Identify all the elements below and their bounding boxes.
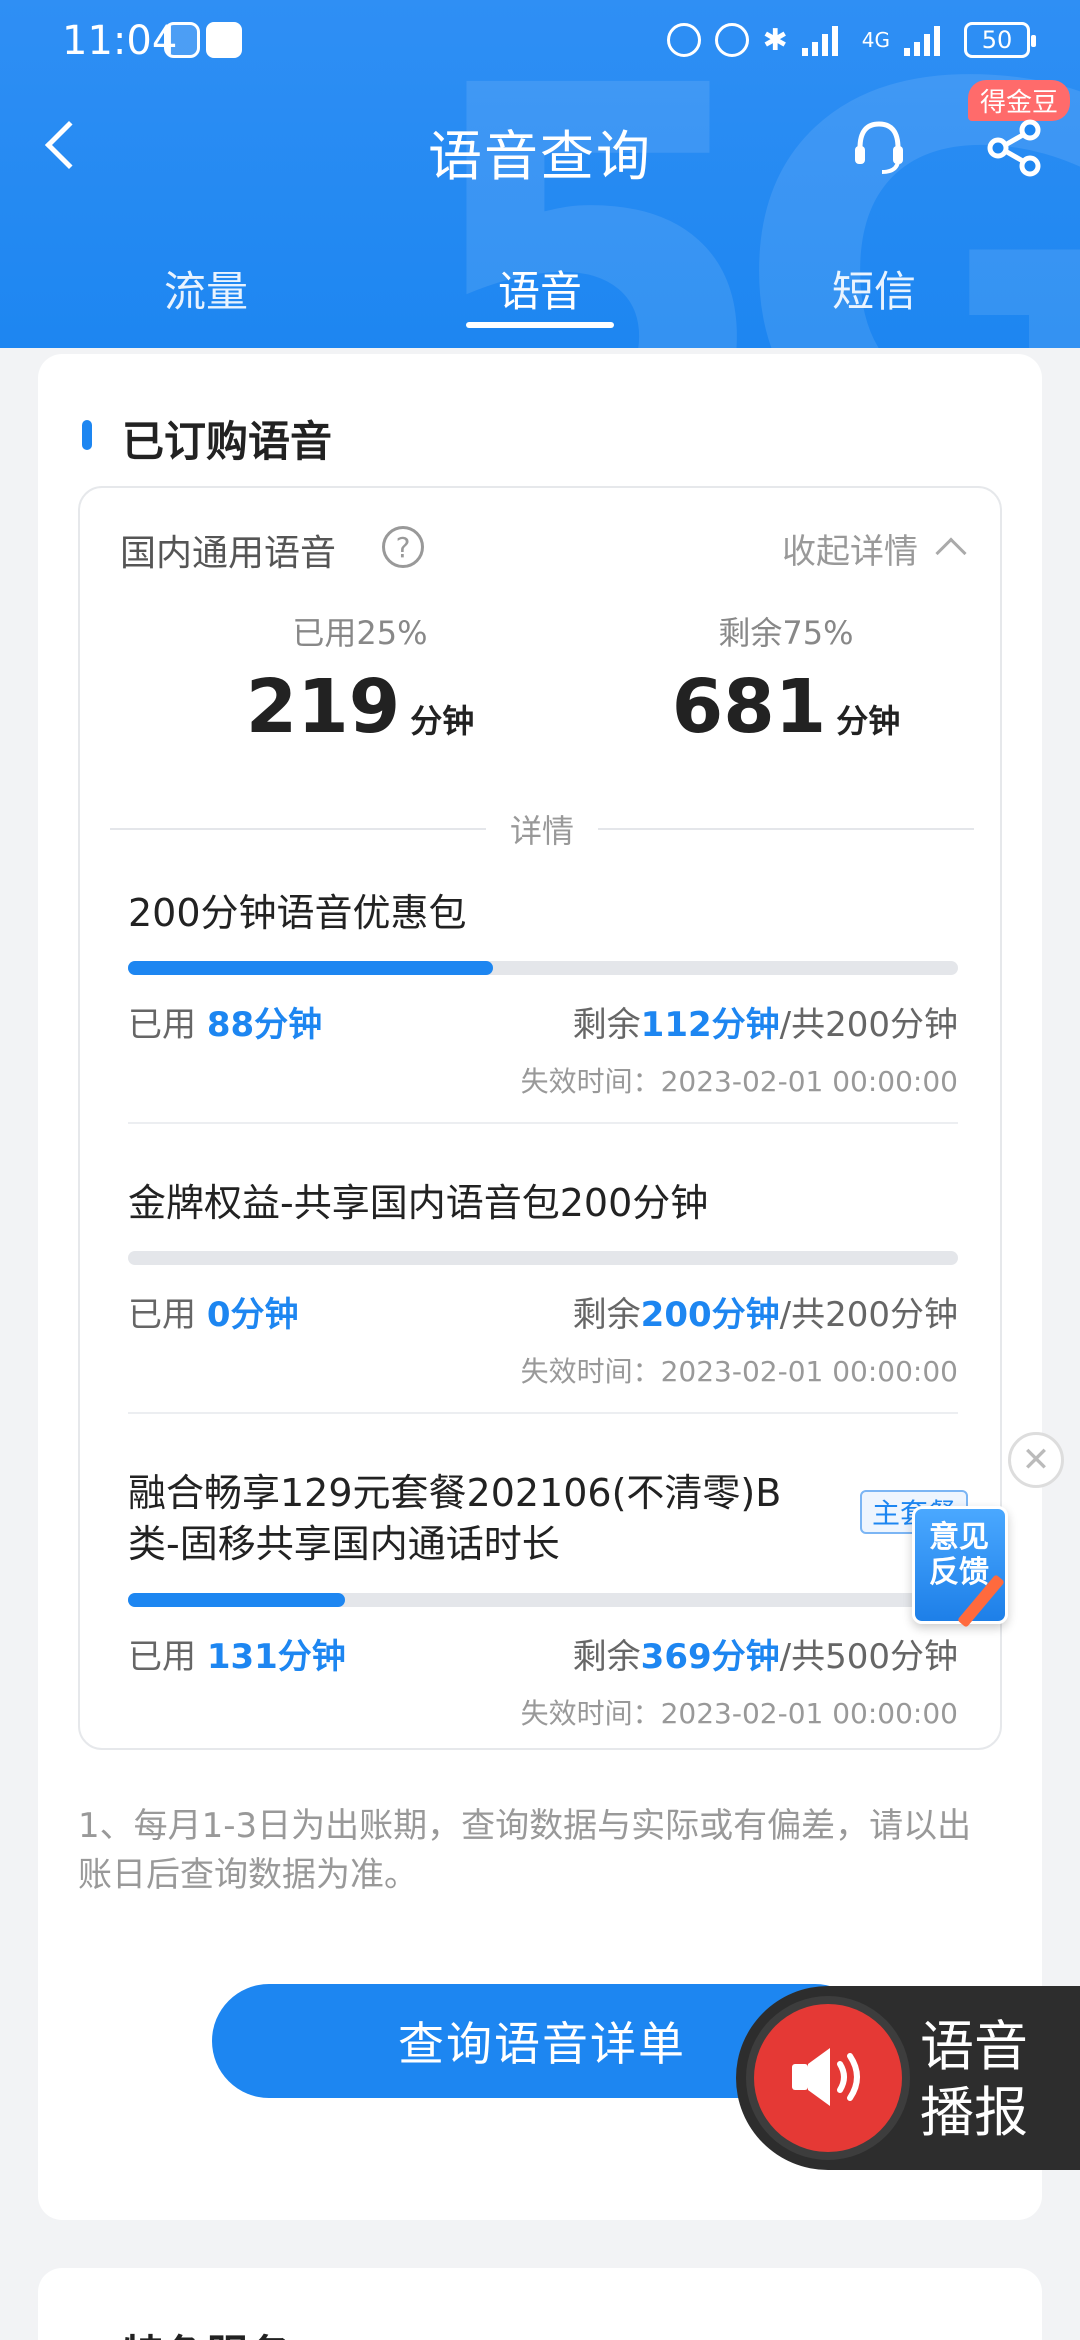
package-remain: 200分钟 [640,1295,780,1336]
remain-percent: 剩余75% [718,614,854,652]
nfc-icon [666,23,701,57]
remain-prefix: 剩余 [572,1005,641,1046]
remain-minutes: 681 [671,664,827,750]
status-time: 11:04 [62,18,178,64]
billing-note: 1、每月1-3日为出账期，查询数据与实际或有偏差，请以出账日后查询数据为准。 [78,1806,972,1896]
tab-underline [466,322,614,328]
package-total: /共200分钟 [779,1005,958,1046]
feedback-line1: 意见 [929,1520,989,1555]
signal-icon-2 [904,24,950,56]
category-label: 国内通用语音 [120,533,337,574]
remain-unit: 分钟 [836,702,901,740]
package-expire: 失效时间：2023-02-01 00:00:00 [520,1696,958,1730]
tab-voice[interactable]: 语音 [440,258,640,319]
used-prefix: 已用 [128,1636,207,1677]
package-used: 131分钟 [206,1636,346,1677]
package-progress [128,1592,958,1607]
special-services-card: 特色服务 [38,2268,1042,2340]
close-icon[interactable]: ✕ [1008,1432,1064,1488]
special-services-title: 特色服务 [122,2322,290,2340]
voice-card: 已订购语音 国内通用语音 ? 收起详情 已用25% 219 分钟 剩余75% 68… [38,354,1042,2220]
package-name: 融合畅享129元套餐202106(不清零)B类-固移共享国内通话时长 [128,1471,782,1567]
divider-right [598,828,974,830]
package-progress [128,961,958,976]
package-used: 0分钟 [206,1295,299,1336]
gold-bean-badge[interactable]: 得金豆 [968,80,1071,121]
header: 5G 11:04 ✱ 4G 50 语音查询 得金豆 流量 语音 短信 [0,0,1080,348]
voice-line2: 播报 [920,2080,1028,2144]
status-right: ✱ 4G 50 [666,20,1036,60]
bluetooth-icon: ✱ [762,22,788,58]
status-bar: 11:04 ✱ 4G 50 [0,0,1080,80]
speaker-icon [792,2048,860,2106]
used-unit: 分钟 [410,702,475,740]
used-percent: 已用25% [292,614,428,652]
progress-fill [128,961,494,976]
package-progress [128,1251,958,1266]
network-label: 4G [861,28,890,52]
remain-stat: 剩余75% 681 分钟 [636,608,936,750]
voice-summary-box: 国内通用语音 ? 收起详情 已用25% 219 分钟 剩余75% 681 分钟 详情… [78,486,1002,1750]
tab-data[interactable]: 流量 [106,258,306,319]
battery-icon: 50 [964,22,1036,58]
package-remain: 369分钟 [640,1636,780,1677]
used-minutes: 219 [245,664,401,750]
signal-icon [801,24,848,56]
tab-sms[interactable]: 短信 [774,258,974,319]
page-title: 语音查询 [428,125,652,188]
progress-fill [128,1592,346,1607]
chevron-up-icon[interactable] [935,537,967,569]
customer-service-icon[interactable] [852,118,906,176]
package-separator [128,1412,958,1415]
voice-broadcast-button[interactable]: 语音 播报 [736,1986,1080,2170]
package-remain: 112分钟 [640,1005,780,1046]
used-prefix: 已用 [128,1295,207,1336]
package-total: /共200分钟 [779,1295,958,1336]
package-name: 200分钟语音优惠包 [128,891,467,935]
feedback-line2: 反馈 [929,1554,989,1590]
package-used: 88分钟 [206,1005,323,1046]
used-prefix: 已用 [128,1005,207,1046]
package-name: 金牌权益-共享国内语音包200分钟 [128,1181,709,1225]
share-icon[interactable] [984,118,1044,178]
message-icon [206,22,242,58]
package-item: 金牌权益-共享国内语音包200分钟 已用 0分钟 剩余200分钟/共200分钟 … [128,1178,958,1415]
voice-line1: 语音 [920,2015,1028,2078]
used-stat: 已用25% 219 分钟 [210,608,510,750]
help-icon[interactable]: ? [382,526,424,568]
package-expire: 失效时间：2023-02-01 00:00:00 [520,1065,958,1099]
package-expire: 失效时间：2023-02-01 00:00:00 [520,1355,958,1389]
package-separator [128,1122,958,1125]
remain-prefix: 剩余 [572,1636,641,1677]
package-item: 融合畅享129元套餐202106(不清零)B类-固移共享国内通话时长 主套餐 已… [128,1468,968,1732]
feedback-button[interactable]: 意见 反馈 [912,1506,1008,1628]
package-total: /共500分钟 [779,1636,958,1677]
alarm-icon [714,23,749,57]
collapse-details-button[interactable]: 收起详情 [782,524,918,573]
package-item: 200分钟语音优惠包 已用 88分钟 剩余112分钟/共200分钟 失效时间：2… [128,888,958,1125]
section-title: 已订购语音 [82,408,332,469]
remain-prefix: 剩余 [572,1295,641,1336]
tip-icon [164,22,200,58]
